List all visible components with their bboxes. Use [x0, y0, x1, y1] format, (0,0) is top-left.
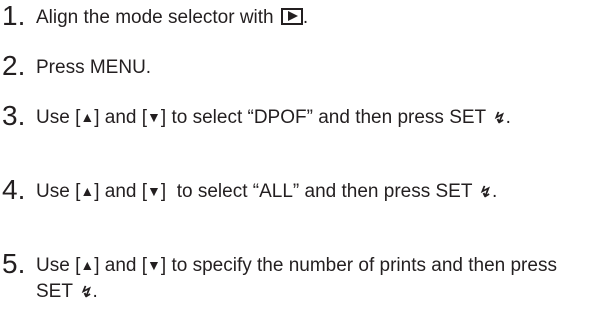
step-number: 1. — [2, 0, 26, 31]
step-text-part: ] to select “ALL” and then press SET — [160, 181, 473, 202]
flash-icon: ↯ — [78, 284, 95, 301]
step-text-part: Use [ — [36, 107, 81, 128]
down-arrow-icon: ▼ — [147, 109, 161, 125]
instruction-steps: 1. Align the mode selector with . 2. Pre… — [0, 0, 591, 328]
step-number: 5. — [2, 248, 26, 279]
step-text-part: ] and [ — [94, 107, 148, 128]
step-text: Press MENU. — [36, 57, 152, 78]
step-text: Use [▲] and [▼] to select “DPOF” and the… — [36, 105, 584, 132]
down-arrow-icon: ▼ — [147, 183, 161, 199]
step-text-part: ] to select “DPOF” and then press SET — [160, 107, 486, 128]
step-number: 2. — [2, 50, 26, 81]
step-text-part: ] and [ — [94, 255, 148, 276]
step-text-part: Align the mode selector with — [36, 7, 274, 28]
step-text-part: ] and [ — [94, 181, 148, 202]
up-arrow-icon: ▲ — [80, 109, 95, 125]
step-text: Align the mode selector with . — [36, 5, 584, 31]
step-number: 4. — [2, 174, 26, 205]
step-text-part: . — [302, 7, 309, 28]
step-text: Use [▲] and [▼] to specify the number of… — [36, 253, 584, 306]
step-number: 3. — [2, 100, 26, 131]
down-arrow-icon: ▼ — [147, 257, 161, 273]
up-arrow-icon: ▲ — [80, 183, 95, 199]
step-text-part: Use [ — [36, 181, 81, 202]
step-text-part: Use [ — [36, 255, 81, 276]
up-arrow-icon: ▲ — [80, 257, 95, 273]
play-mode-icon — [280, 8, 303, 25]
step-text: Use [▲] and [▼] to select “ALL” and then… — [36, 179, 584, 206]
